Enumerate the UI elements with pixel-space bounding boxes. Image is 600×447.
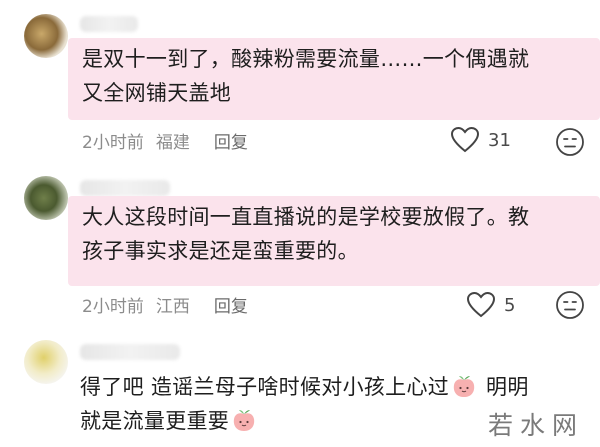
username-blurred[interactable] [80, 180, 170, 196]
like-button[interactable]: 5 [466, 291, 515, 319]
like-button[interactable]: 31 [450, 126, 511, 154]
comment-text-segment: 明明 [479, 375, 529, 399]
comment-text-line: 又全网铺天盖地 [82, 81, 232, 105]
comment-text-line: 大人这段时间一直直播说的是学校要放假了。教 [82, 205, 530, 229]
avatar[interactable] [24, 14, 68, 58]
heart-outline-icon [466, 291, 496, 318]
comment-meta: 2小时前 福建 回复 [82, 128, 248, 153]
reply-button[interactable]: 回复 [214, 128, 248, 153]
comment-location: 江西 [155, 297, 190, 317]
comment-time: 2小时前 [82, 297, 144, 317]
avatar[interactable] [24, 176, 68, 220]
comment-text: 大人这段时间一直直播说的是学校要放假了。教 孩子事实求是还是蛮重要的。 [68, 196, 600, 286]
comment-text-segment: 就是流量更重要 [80, 409, 230, 433]
like-count: 31 [488, 129, 511, 151]
username-blurred[interactable] [80, 344, 180, 360]
username-blurred[interactable] [80, 16, 138, 32]
comment-text-line: 就是流量更重要 [80, 404, 474, 438]
comment-text: 得了吧 造谣兰母子啥时候对小孩上心过 明明 就是流量更重要 [68, 366, 528, 447]
meh-face-icon[interactable] [555, 290, 585, 320]
comment-text-line: 得了吧 造谣兰母子啥时候对小孩上心过 明明 [80, 370, 528, 404]
comment-location: 福建 [155, 133, 190, 153]
comment-text-line: 是双十一到了，酸辣粉需要流量……一个偶遇就 [82, 47, 530, 71]
comment-text-line: 孩子事实求是还是蛮重要的。 [82, 239, 359, 263]
reply-button[interactable]: 回复 [214, 292, 248, 317]
peach-emoji-icon [233, 410, 255, 431]
heart-outline-icon [450, 126, 480, 153]
comment-time: 2小时前 [82, 133, 144, 153]
like-count: 5 [504, 294, 516, 316]
peach-emoji-icon [453, 376, 475, 397]
comment-text: 是双十一到了，酸辣粉需要流量……一个偶遇就 又全网铺天盖地 [68, 38, 600, 120]
site-watermark: 若水网 [488, 411, 585, 440]
comment-text-segment: 得了吧 造谣兰母子啥时候对小孩上心过 [80, 375, 450, 399]
meh-face-icon[interactable] [555, 127, 585, 157]
avatar[interactable] [24, 340, 68, 384]
comment-meta: 2小时前 江西 回复 [82, 292, 248, 317]
